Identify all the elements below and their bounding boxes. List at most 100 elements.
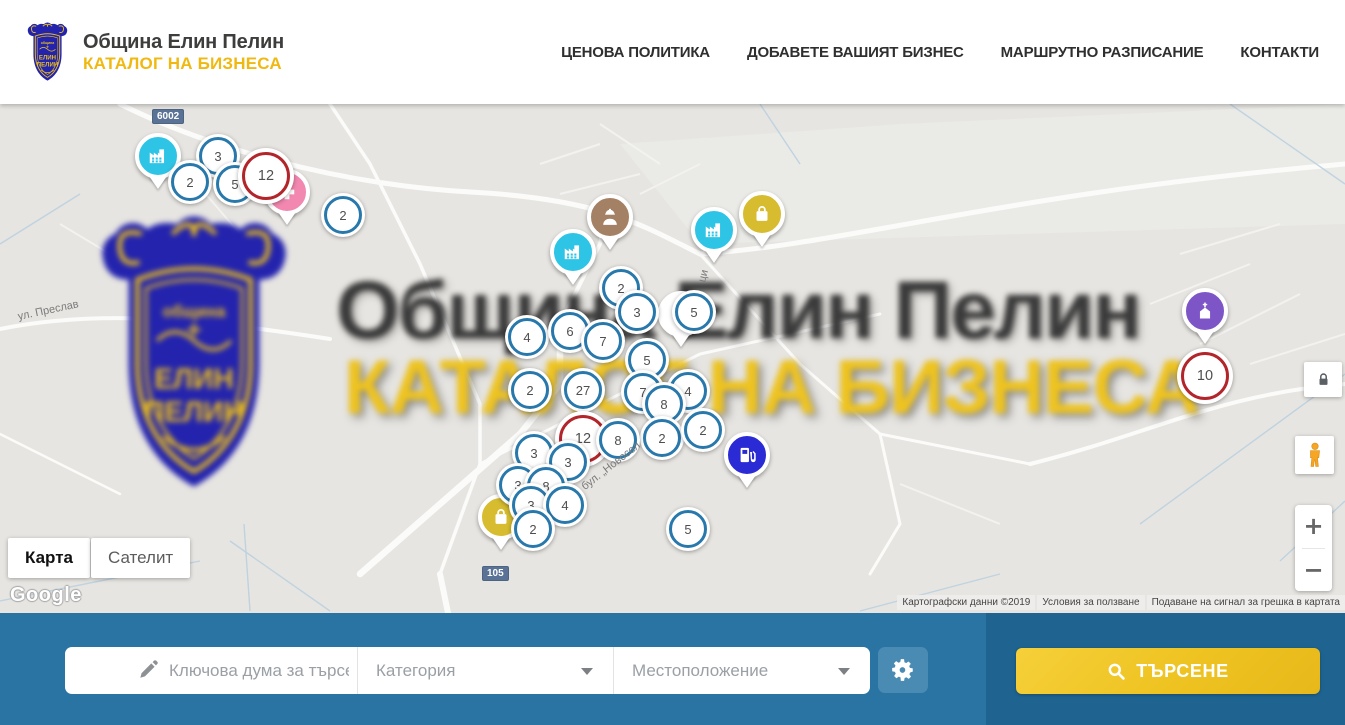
pin-tail: [564, 272, 582, 285]
attribution-copyright: Картографски данни ©2019: [897, 595, 1035, 610]
pencil-icon: [137, 659, 159, 681]
page: Община Елин Пелин КАТАЛОГ НА БИЗНЕСА ЦЕН…: [0, 0, 1345, 725]
site-logo[interactable]: Община Елин Пелин КАТАЛОГ НА БИЗНЕСА: [24, 22, 284, 83]
worker-icon: [599, 206, 621, 228]
map-cluster[interactable]: 5: [672, 290, 716, 334]
cluster-count: 7: [584, 322, 622, 360]
pin-tail: [753, 234, 771, 247]
nav-route-schedule[interactable]: МАРШРУТНО РАЗПИСАНИЕ: [1001, 44, 1204, 61]
google-logo[interactable]: Google: [10, 584, 82, 607]
lock-icon: [1315, 371, 1332, 388]
church-icon: [1194, 300, 1216, 322]
cluster-count: 3: [618, 293, 656, 331]
category-dropdown[interactable]: Категория: [357, 647, 613, 694]
site-logo-text: Община Елин Пелин КАТАЛОГ НА БИЗНЕСА: [83, 31, 284, 74]
factory-icon: [562, 241, 584, 263]
keyword-field-section: [65, 647, 357, 694]
advanced-settings-button[interactable]: [878, 647, 928, 693]
cluster-count: 10: [1181, 352, 1229, 400]
location-dropdown[interactable]: Местоположение: [613, 647, 870, 694]
map-cluster[interactable]: 2: [681, 408, 725, 452]
map-markers: 3251222354675227748221283338342510600210…: [0, 104, 1345, 613]
road-number-badge: 105: [482, 566, 509, 581]
map-cluster[interactable]: 2: [168, 160, 212, 204]
map-pin-fuel[interactable]: [724, 432, 770, 478]
factory-icon: [703, 219, 725, 241]
search-bar-right: ТЪРСЕНЕ: [986, 613, 1345, 725]
map-cluster[interactable]: 2: [508, 368, 552, 412]
attribution-terms-link[interactable]: Условия за ползване: [1037, 595, 1144, 610]
map-pin-factory[interactable]: [691, 207, 737, 253]
map-cluster[interactable]: 7: [581, 319, 625, 363]
street-name-label: ци: [696, 268, 711, 283]
category-dropdown-label: Категория: [376, 661, 455, 681]
zoom-control: + −: [1295, 505, 1332, 591]
map-pin-worker[interactable]: [587, 194, 633, 240]
map-cluster[interactable]: 12: [238, 148, 294, 204]
pin-tail: [672, 334, 690, 347]
cluster-count: 2: [324, 196, 362, 234]
pegman-icon: [1304, 442, 1326, 468]
keyword-search-input[interactable]: [167, 660, 351, 682]
cluster-count: 2: [643, 419, 681, 457]
street-name-label: ул. Преслав: [17, 298, 80, 323]
zoom-in-button[interactable]: +: [1295, 505, 1332, 548]
map-cluster[interactable]: 5: [666, 507, 710, 551]
factory-icon: [147, 145, 169, 167]
chevron-down-icon: [838, 668, 850, 675]
cluster-count: 4: [508, 318, 546, 356]
search-bar-left: Категория Местоположение: [0, 613, 986, 725]
map-attribution: Картографски данни ©2019 Условия за полз…: [897, 595, 1345, 610]
municipality-crest-icon: [24, 22, 71, 83]
map-cluster[interactable]: 2: [511, 507, 555, 551]
road-number-badge: 6002: [152, 109, 184, 124]
cluster-count: 2: [684, 411, 722, 449]
zoom-out-button[interactable]: −: [1295, 549, 1332, 592]
nav-contacts[interactable]: КОНТАКТИ: [1240, 44, 1319, 61]
satellite-view-button[interactable]: Сателит: [91, 538, 190, 578]
pin-tail: [705, 250, 723, 263]
map-pin-factory[interactable]: [550, 229, 596, 275]
location-dropdown-label: Местоположение: [632, 661, 768, 681]
search-pill: Категория Местоположение: [65, 647, 870, 694]
map-cluster[interactable]: 10: [1177, 348, 1233, 404]
map-cluster[interactable]: 2: [321, 193, 365, 237]
chevron-down-icon: [581, 668, 593, 675]
map-type-control: Карта Сателит: [8, 538, 191, 578]
map-cluster[interactable]: 3: [615, 290, 659, 334]
site-header: Община Елин Пелин КАТАЛОГ НА БИЗНЕСА ЦЕН…: [0, 0, 1345, 104]
nav-pricing-policy[interactable]: ЦЕНОВА ПОЛИТИКА: [561, 44, 710, 61]
map-cluster[interactable]: 27: [561, 368, 605, 412]
pin-tail: [601, 237, 619, 250]
cluster-count: 2: [514, 510, 552, 548]
cluster-count: 2: [511, 371, 549, 409]
bag-icon: [751, 203, 773, 225]
gear-icon: [890, 657, 916, 683]
search-button[interactable]: ТЪРСЕНЕ: [1016, 648, 1320, 694]
search-bar: Категория Местоположение: [0, 613, 1345, 725]
main-nav: ЦЕНОВА ПОЛИТИКА ДОБАВЕТЕ ВАШИЯТ БИЗНЕС М…: [561, 44, 1345, 61]
cluster-count: 12: [242, 152, 290, 200]
map-pin-bag[interactable]: [739, 191, 785, 237]
cluster-count: 5: [675, 293, 713, 331]
cluster-count: 2: [171, 163, 209, 201]
pin-tail: [278, 212, 296, 225]
street-view-pegman-button[interactable]: [1295, 436, 1334, 474]
attribution-report-error-link[interactable]: Подаване на сигнал за грешка в картата: [1147, 595, 1345, 610]
map-pin-church[interactable]: [1182, 288, 1228, 334]
pin-tail: [149, 176, 167, 189]
site-subtitle: КАТАЛОГ НА БИЗНЕСА: [83, 54, 284, 74]
site-title: Община Елин Пелин: [83, 31, 284, 54]
pin-tail: [492, 537, 510, 550]
fuel-icon: [736, 444, 758, 466]
map-view-button[interactable]: Карта: [8, 538, 90, 578]
cluster-count: 27: [564, 371, 602, 409]
nav-add-your-business[interactable]: ДОБАВЕТЕ ВАШИЯТ БИЗНЕС: [747, 44, 964, 61]
map-cluster[interactable]: 4: [505, 315, 549, 359]
pin-tail: [1196, 331, 1214, 344]
search-button-label: ТЪРСЕНЕ: [1136, 661, 1228, 682]
map-lock-button[interactable]: [1304, 362, 1342, 397]
map-cluster[interactable]: 2: [640, 416, 684, 460]
google-map[interactable]: Община Елин Пелин КАТАЛОГ НА БИЗНЕСА 325…: [0, 104, 1345, 613]
cluster-count: 5: [669, 510, 707, 548]
